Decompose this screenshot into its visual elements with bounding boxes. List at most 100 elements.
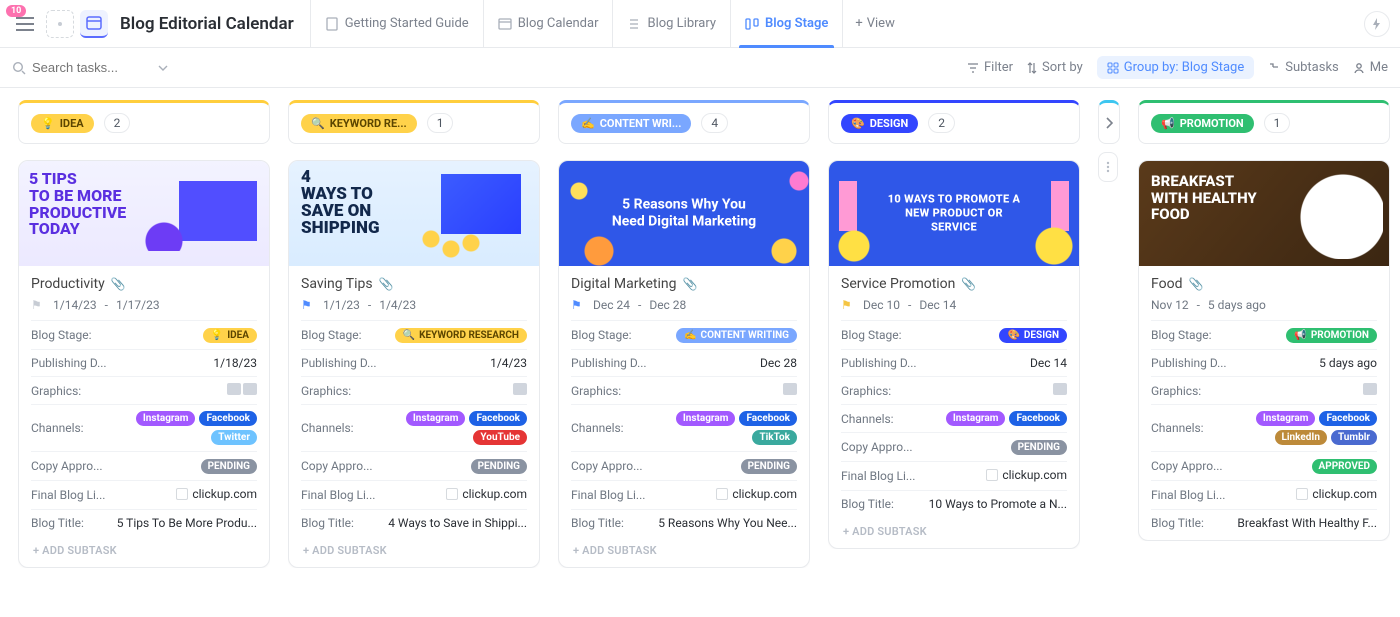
doc-icon [325,17,339,31]
column-header-keyword[interactable]: 🔍KEYWORD RE... 1 [288,100,540,144]
view-tab-getting-started[interactable]: Getting Started Guide [310,0,483,48]
column-header-idea[interactable]: 💡IDEA 2 [18,100,270,144]
card-service-promotion[interactable]: Service Promotion📎 ⚑ Dec 10 - Dec 14 Blo… [828,160,1080,549]
subtask-icon [1268,62,1280,74]
field-label-graphics: Graphics: [301,384,351,398]
column-promotion: 📢PROMOTION 1 Food📎 Nov 12 - 5 days ago B… [1138,100,1390,617]
card-productivity[interactable]: Productivity📎 ⚑ 1/14/23 - 1/17/23 Blog S… [18,160,270,568]
sort-button[interactable]: Sort by [1027,60,1083,75]
card-food[interactable]: Food📎 Nov 12 - 5 days ago Blog Stage:📢PR… [1138,160,1390,541]
final-link[interactable]: clickup.com [446,487,527,501]
calendar-icon [498,17,512,31]
channel-chip: Facebook [199,411,257,426]
copy-approval-pill: APPROVED [1312,459,1377,474]
chevron-down-icon[interactable] [158,65,168,71]
view-tab-blog-calendar[interactable]: Blog Calendar [483,0,613,48]
palette-icon: 🎨 [851,117,865,130]
card-thumbnail [829,161,1079,266]
column-header-design[interactable]: 🎨DESIGN 2 [828,100,1080,144]
add-subtask-button[interactable]: + ADD SUBTASK [841,517,1067,544]
chevron-right-icon [1105,117,1113,129]
flag-icon[interactable]: ⚑ [301,298,315,312]
final-link[interactable]: clickup.com [176,487,257,501]
favicon-icon [176,488,188,500]
automations-button[interactable] [1364,11,1390,37]
card-title: Saving Tips [301,276,373,292]
project-icon[interactable] [80,10,108,38]
pubdate-value: 1/18/23 [115,356,257,370]
channel-chip: Instagram [946,411,1006,426]
group-by-button[interactable]: Group by: Blog Stage [1097,56,1254,79]
card-saving-tips[interactable]: Saving Tips📎 ⚑ 1/1/23 - 1/4/23 Blog Stag… [288,160,540,568]
card-digital-marketing[interactable]: Digital Marketing📎 ⚑ Dec 24 - Dec 28 Blo… [558,160,810,568]
sort-label: Sort by [1042,60,1083,75]
board-icon [745,17,759,31]
search-wrap [12,60,212,75]
add-view-button[interactable]: + View [842,0,907,48]
column-header-content[interactable]: ✍️CONTENT WRI... 4 [558,100,810,144]
graphics-value [89,383,257,398]
channel-chip: Twitter [211,430,257,445]
filter-icon [967,62,979,74]
add-subtask-button[interactable]: + ADD SUBTASK [571,536,797,563]
date-start: 1/1/23 [323,298,360,312]
dots-icon [1106,161,1110,173]
notification-badge: 10 [6,5,26,17]
channel-chip: Instagram [1256,411,1316,426]
view-label: Blog Stage [765,16,828,31]
me-button[interactable]: Me [1353,60,1388,75]
field-label-copy: Copy Appro... [841,440,913,454]
add-view-label: View [867,16,895,31]
copy-approval-pill: PENDING [741,459,797,474]
pubdate-value: Dec 28 [655,356,797,370]
view-tab-blog-library[interactable]: Blog Library [612,0,730,48]
add-subtask-button[interactable]: + ADD SUBTASK [301,536,527,563]
column-header-promotion[interactable]: 📢PROMOTION 1 [1138,100,1390,144]
column-count: 1 [1264,113,1291,133]
attachment-icon: 📎 [961,277,976,291]
field-label-channels: Channels: [841,412,894,426]
column-design: 🎨DESIGN 2 Service Promotion📎 ⚑ Dec 10 - … [828,100,1080,617]
subtasks-label: Subtasks [1285,60,1339,75]
favicon-icon [1296,488,1308,500]
channels-value: Instagram Facebook [902,411,1067,426]
final-link[interactable]: clickup.com [986,468,1067,482]
search-input[interactable] [32,60,152,75]
field-label-channels: Channels: [1151,421,1204,435]
date-end: 5 days ago [1208,298,1266,312]
flag-icon[interactable]: ⚑ [31,298,45,312]
card-thumbnail [559,161,809,266]
view-tabs: Getting Started Guide Blog Calendar Blog… [310,0,907,48]
add-subtask-button[interactable]: + ADD SUBTASK [31,536,257,563]
favicon-icon [986,469,998,481]
attachment-icon: 📎 [682,277,697,291]
column-idea: 💡IDEA 2 Productivity📎 ⚑ 1/14/23 - 1/17/2… [18,100,270,617]
graphics-value [899,383,1067,398]
column-drag-handle[interactable] [1098,152,1118,182]
card-title: Digital Marketing [571,276,676,292]
view-tab-blog-stage[interactable]: Blog Stage [730,0,842,48]
dashed-box-icon [53,17,67,31]
field-label-stage: Blog Stage: [301,328,362,342]
hamburger-menu-button[interactable]: 10 [10,9,40,39]
column-content: ✍️CONTENT WRI... 4 Digital Marketing📎 ⚑ … [558,100,810,617]
megaphone-icon: 📢 [1161,117,1175,130]
channel-chip: Facebook [1009,411,1067,426]
final-link[interactable]: clickup.com [716,487,797,501]
stage-chip-promotion: 📢PROMOTION [1151,114,1254,133]
scroll-right-button[interactable] [1099,103,1119,143]
field-label-stage: Blog Stage: [841,328,902,342]
stage-pill: 📢PROMOTION [1286,328,1377,343]
field-label-stage: Blog Stage: [31,328,92,342]
final-link[interactable]: clickup.com [1296,487,1377,501]
flag-icon[interactable]: ⚑ [841,298,855,312]
field-label-blogtitle: Blog Title: [1151,516,1204,530]
copy-approval-pill: PENDING [201,459,257,474]
add-space-button[interactable] [46,10,74,38]
subtasks-button[interactable]: Subtasks [1268,60,1339,75]
stage-label: KEYWORD RE... [330,117,407,130]
field-label-blogtitle: Blog Title: [571,516,624,530]
field-label-stage: Blog Stage: [1151,328,1212,342]
flag-icon[interactable]: ⚑ [571,298,585,312]
filter-button[interactable]: Filter [967,60,1013,75]
